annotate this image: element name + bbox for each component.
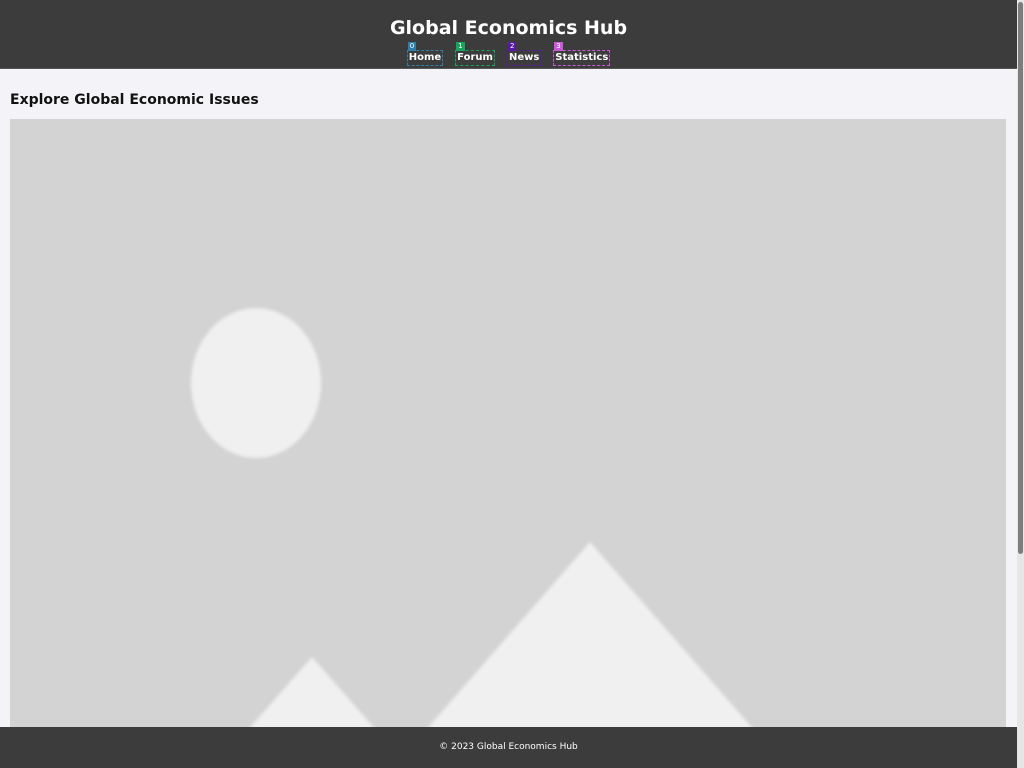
nav-item-statistics: 3 Statistics xyxy=(553,42,611,66)
nav-link-forum[interactable]: Forum xyxy=(455,50,495,66)
nav-item-forum: 1 Forum xyxy=(455,42,495,66)
page-heading: Explore Global Economic Issues xyxy=(10,92,259,108)
site-title: Global Economics Hub xyxy=(389,17,628,39)
nav-badge: 3 xyxy=(554,42,563,51)
sun-shape xyxy=(191,308,321,458)
page-scrollbar[interactable] xyxy=(1017,0,1024,768)
site-header: Global Economics Hub 0 Home 1 Forum 2 Ne… xyxy=(0,0,1017,69)
main-nav: 0 Home 1 Forum 2 News 3 Statistics xyxy=(0,42,1017,66)
nav-badge: 1 xyxy=(456,42,465,51)
hero-image xyxy=(10,119,1006,739)
footer-copyright: © 2023 Global Economics Hub xyxy=(439,742,578,752)
scrollbar-thumb[interactable] xyxy=(1018,2,1023,554)
page: Global Economics Hub 0 Home 1 Forum 2 Ne… xyxy=(0,0,1024,768)
nav-link-news[interactable]: News xyxy=(506,50,542,66)
nav-link-home[interactable]: Home xyxy=(406,50,444,66)
nav-item-home: 0 Home xyxy=(406,42,444,66)
nav-link-statistics[interactable]: Statistics xyxy=(553,50,611,66)
image-placeholder-icon xyxy=(10,119,1006,739)
nav-badge: 2 xyxy=(507,42,517,51)
site-footer: © 2023 Global Economics Hub xyxy=(0,727,1017,768)
nav-item-news: 2 News xyxy=(506,42,542,66)
nav-badge: 0 xyxy=(407,42,417,51)
